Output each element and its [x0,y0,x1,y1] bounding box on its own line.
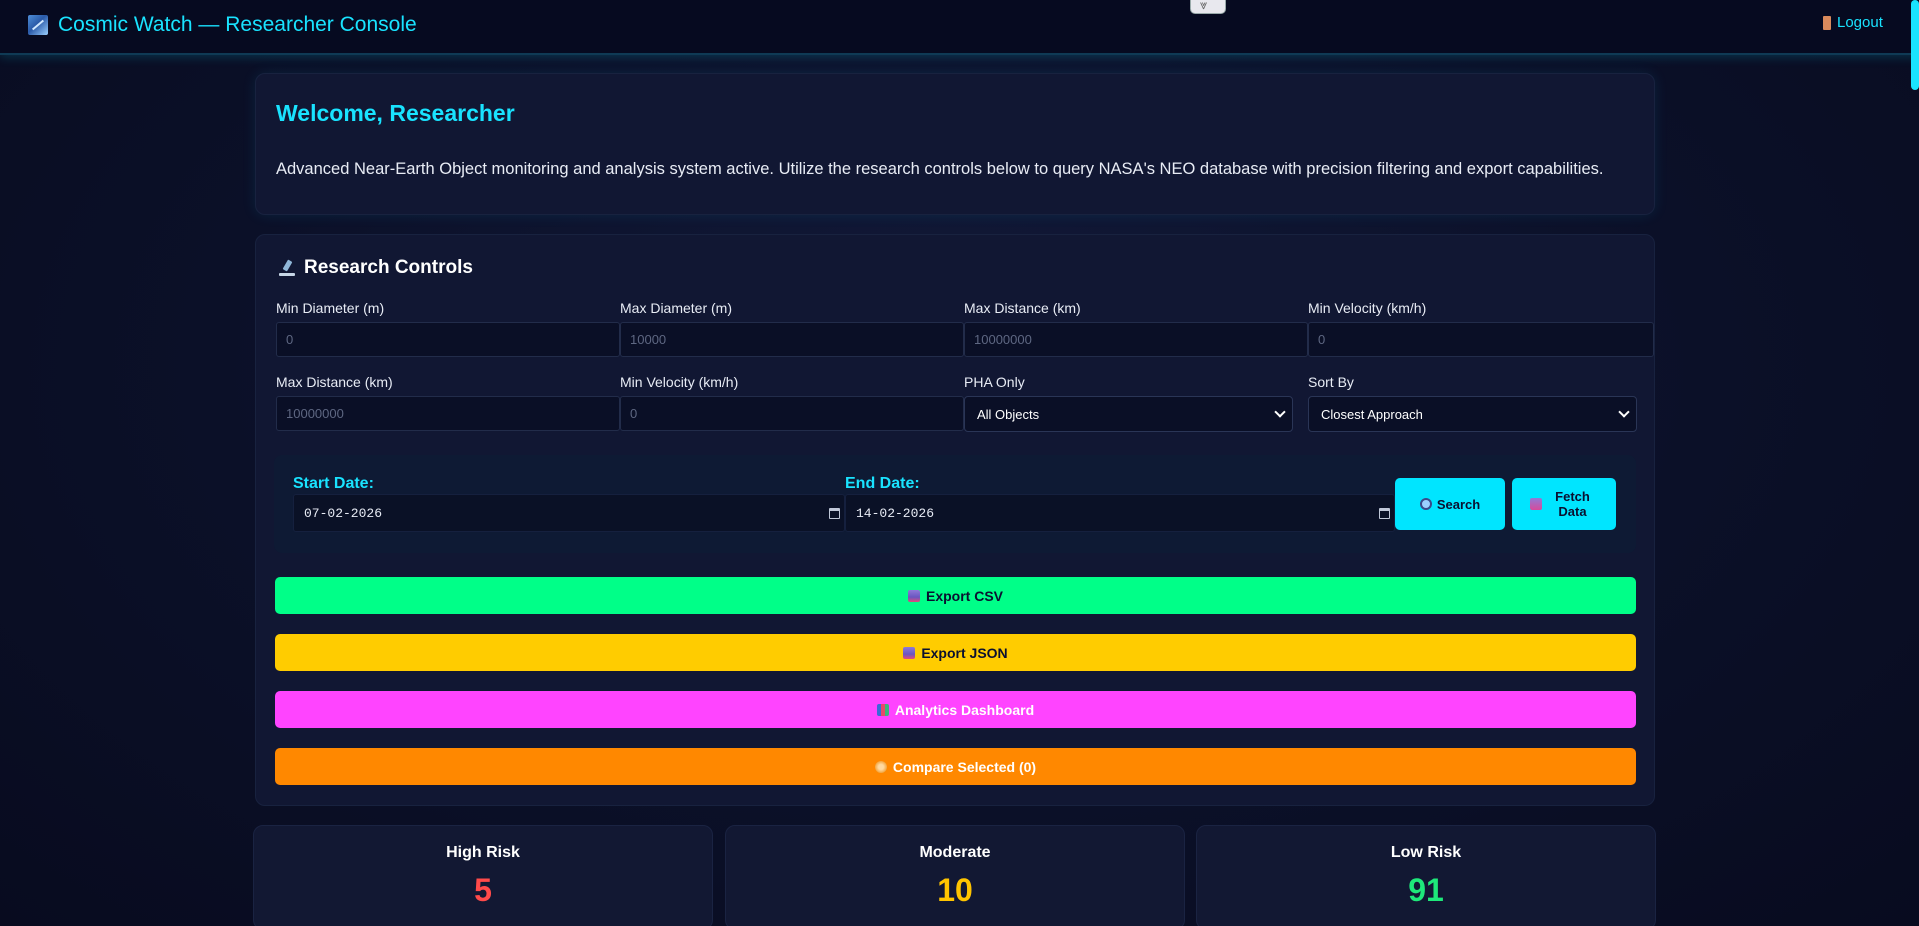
low-risk-label: Low Risk [1390,844,1462,861]
search-button[interactable]: Search [1395,478,1505,530]
fetch-data-button[interactable]: Fetch Data [1512,478,1616,530]
sort-by-label: Sort By [1308,374,1354,390]
min-velocity-input[interactable] [1308,322,1654,357]
high-risk-label: High Risk [446,844,520,861]
start-date-value: 07-02-2026 [304,505,383,521]
analytics-dashboard-button[interactable]: Analytics Dashboard [275,691,1636,728]
search-button-label: Search [1436,496,1481,512]
high-risk-card: High Risk 5 [253,825,713,926]
min-velocity-label-2: Min Velocity (km/h) [620,374,739,390]
bar-chart-icon [876,703,889,716]
min-velocity-label: Min Velocity (km/h) [1308,300,1427,316]
min-diameter-input[interactable] [276,322,620,357]
moderate-risk-count: 10 [937,872,973,908]
page-scrollbar[interactable] [1911,0,1919,90]
low-risk-card: Low Risk 91 [1196,825,1656,926]
compare-selected-button[interactable]: Compare Selected (0) [275,748,1636,785]
search-icon [1419,498,1432,510]
comet-icon [28,15,48,35]
max-distance-input-2[interactable] [276,396,620,431]
satellite-icon [1529,498,1542,510]
brand[interactable]: Cosmic Watch — Researcher Console [28,13,417,37]
microscope-icon [278,259,296,277]
date-range-panel: Start Date: 07-02-2026 End Date: 14-02-2… [274,455,1636,553]
end-date-input[interactable]: 14-02-2026 [845,494,1395,532]
door-icon [1823,15,1831,30]
max-distance-input[interactable] [964,322,1308,357]
download-icon [903,646,916,659]
pha-only-label: PHA Only [964,374,1025,390]
max-diameter-input[interactable] [620,322,964,357]
export-csv-label: Export CSV [925,587,1003,604]
start-date-input[interactable]: 07-02-2026 [293,494,845,532]
moderate-risk-label: Moderate [919,844,991,861]
research-controls-card: Research Controls Min Diameter (m) Max D… [255,234,1655,806]
max-distance-label-2: Max Distance (km) [276,374,393,390]
welcome-text: Advanced Near-Earth Object monitoring an… [276,160,1604,178]
calendar-icon[interactable] [1379,508,1390,519]
top-header: Cosmic Watch — Researcher Console Logout [0,0,1919,55]
max-distance-label: Max Distance (km) [964,300,1081,316]
welcome-title: Welcome, Researcher [276,100,515,126]
sort-by-value: Closest Approach [1321,406,1423,422]
welcome-card: Welcome, Researcher Advanced Near-Earth … [255,73,1655,215]
export-json-button[interactable]: Export JSON [275,634,1636,671]
min-velocity-input-2[interactable] [620,396,964,431]
start-date-label: Start Date: [293,475,374,492]
logout-button[interactable]: Logout [1823,14,1883,31]
overlay-tab-icon[interactable] [1190,0,1226,14]
end-date-value: 14-02-2026 [856,505,935,521]
chevron-down-icon [1274,406,1286,418]
low-risk-count: 91 [1408,872,1444,908]
pha-only-select[interactable]: All Objects [964,396,1293,432]
export-csv-button[interactable]: Export CSV [275,577,1636,614]
sort-by-select[interactable]: Closest Approach [1308,396,1637,432]
min-diameter-label: Min Diameter (m) [276,300,385,316]
high-risk-count: 5 [474,872,492,908]
end-date-label: End Date: [845,475,920,492]
max-diameter-label: Max Diameter (m) [620,300,733,316]
controls-title-label: Research Controls [304,257,473,278]
pha-only-value: All Objects [977,406,1040,422]
fetch-data-label: Fetch Data [1555,489,1590,519]
calendar-icon[interactable] [829,508,840,519]
app-title: Cosmic Watch — Researcher Console [58,13,417,36]
download-icon [907,589,920,602]
moderate-risk-card: Moderate 10 [725,825,1185,926]
analytics-label: Analytics Dashboard [894,701,1035,718]
logout-label: Logout [1837,14,1883,31]
compare-label: Compare Selected (0) [892,758,1037,775]
export-json-label: Export JSON [921,644,1008,661]
controls-title: Research Controls [278,257,473,279]
chevron-down-icon [1618,406,1630,418]
balance-scale-icon [874,760,887,773]
